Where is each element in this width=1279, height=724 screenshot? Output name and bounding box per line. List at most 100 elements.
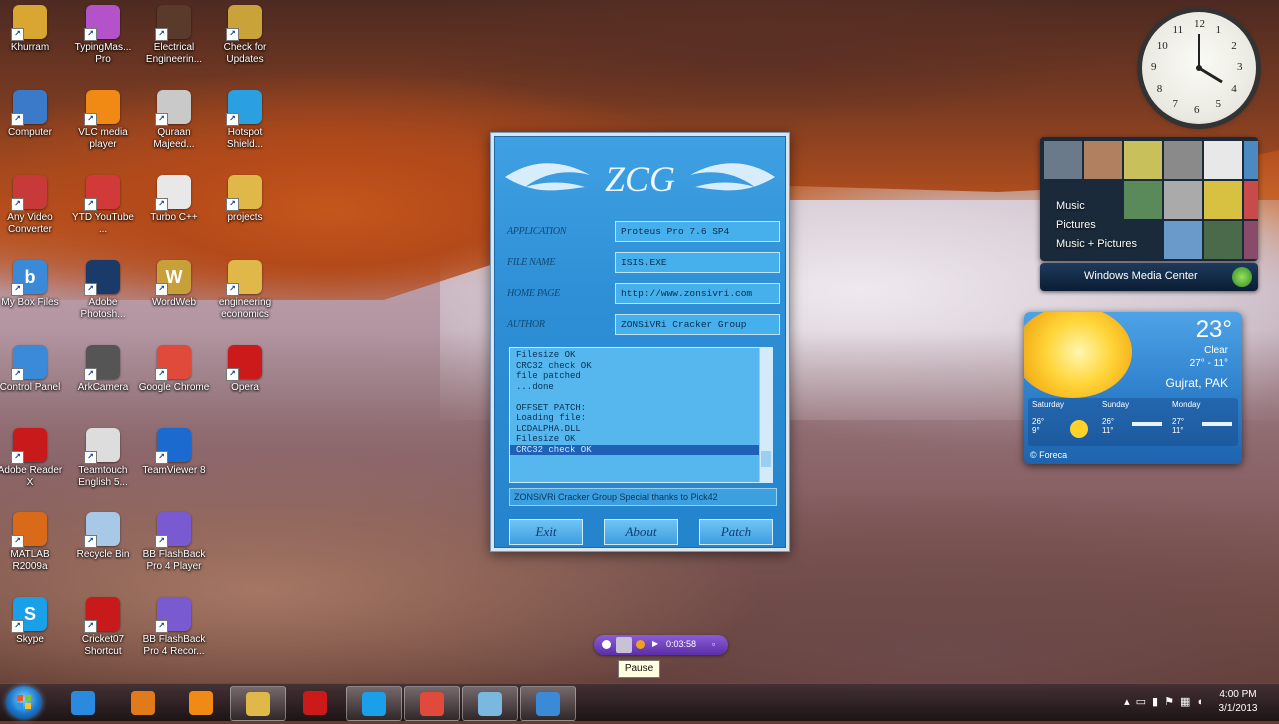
volume-icon[interactable]: ◖ <box>1196 696 1209 708</box>
app-icon: ↗ <box>226 90 262 126</box>
home-page-field[interactable]: http://www.zonsivri.com <box>615 283 780 304</box>
keygen-row-application: APPLICATION Proteus Pro 7.6 SP4 <box>507 221 780 243</box>
clock-gadget[interactable]: 12 1 2 3 4 5 6 7 8 9 10 11 <box>1142 12 1256 124</box>
flag-icon[interactable]: ⚑ <box>1164 696 1180 708</box>
weather-source[interactable]: © Foreca <box>1030 450 1067 460</box>
media-menu-pictures[interactable]: Pictures <box>1056 216 1137 235</box>
desktop-icon[interactable]: ↗ Quraan Majeed... <box>138 90 210 151</box>
desktop-icon[interactable]: ↗ Computer <box>0 90 66 139</box>
desktop-icon[interactable]: ↗ Any Video Converter <box>0 175 66 236</box>
record-icon[interactable] <box>602 640 611 649</box>
media-menu-music-pictures[interactable]: Music + Pictures <box>1056 235 1137 254</box>
network-icon[interactable]: ▦ <box>1180 696 1196 708</box>
taskbar-app-keygen[interactable] <box>520 686 576 721</box>
shortcut-arrow-icon: ↗ <box>84 28 97 41</box>
stop-icon[interactable] <box>636 640 645 649</box>
app-icon-glyph: b <box>24 266 36 287</box>
desktop-icon[interactable]: ↗ Recycle Bin <box>67 512 139 561</box>
desktop-icon[interactable]: ↗ Turbo C++ <box>138 175 210 224</box>
weather-gadget[interactable]: 23° Clear 27° - 11° Gujrat, PAK Saturday… <box>1024 312 1242 464</box>
windows-logo-icon <box>17 695 31 709</box>
desktop-icon[interactable]: ↗ Check for Updates <box>209 5 281 66</box>
notification-area[interactable]: ▴▭▮⚑▦◖ <box>1124 695 1209 708</box>
media-tile <box>1204 141 1242 179</box>
log-scrollbar[interactable] <box>759 348 772 482</box>
clock-number: 7 <box>1172 98 1179 111</box>
pause-icon[interactable] <box>616 637 632 653</box>
keygen-window[interactable]: ZCG APPLICATION Proteus Pro 7.6 SP4 FILE… <box>490 132 790 552</box>
shortcut-arrow-icon: ↗ <box>11 368 24 381</box>
taskbar-app-vlc[interactable] <box>174 686 228 719</box>
author-field[interactable]: ZONSiVRi Cracker Group <box>615 314 780 335</box>
about-button[interactable]: About <box>604 519 678 545</box>
media-center-bar[interactable]: Windows Media Center <box>1040 263 1258 291</box>
taskbar-app-internet-explorer[interactable] <box>56 686 110 719</box>
exit-button[interactable]: Exit <box>509 519 583 545</box>
desktop-icon[interactable]: ↗ Hotspot Shield... <box>209 90 281 151</box>
desktop-icon[interactable]: ↗ ArkCamera <box>67 345 139 394</box>
shortcut-arrow-icon: ↗ <box>155 28 168 41</box>
clock-time: 4:00 PM <box>1219 689 1257 700</box>
play-icon: ▶ <box>652 639 659 648</box>
tray-battery-icon[interactable]: ▮ <box>1152 696 1164 708</box>
clock-number: 12 <box>1194 18 1205 30</box>
desktop-icon[interactable]: ↗ BB FlashBack Pro 4 Player <box>138 512 210 573</box>
shortcut-arrow-icon: ↗ <box>11 535 24 548</box>
taskbar-app-skype[interactable] <box>346 686 402 721</box>
desktop-icon-label: Adobe Photosh... <box>80 297 126 320</box>
app-icon: ↗ <box>155 345 191 381</box>
taskbar-app-explorer[interactable] <box>230 686 286 721</box>
desktop-icon[interactable]: ↗ Adobe Reader X <box>0 428 66 489</box>
desktop-icon[interactable]: ↗ TeamViewer 8 <box>138 428 210 477</box>
app-icon: ↗ <box>155 175 191 211</box>
tray-device-icon[interactable]: ▭ <box>1136 696 1152 708</box>
desktop-icon[interactable]: W ↗ WordWeb <box>138 260 210 309</box>
taskbar-app-media-player[interactable] <box>116 686 170 719</box>
windows-media-center-icon <box>1232 267 1252 287</box>
scrollbar-thumb[interactable] <box>761 451 771 467</box>
desktop-icon[interactable]: S ↗ Skype <box>0 597 66 646</box>
fog-icon <box>1202 422 1232 426</box>
desktop-icon[interactable]: ↗ Google Chrome <box>138 345 210 394</box>
desktop-icon[interactable]: ↗ Cricket07 Shortcut <box>67 597 139 658</box>
patch-log[interactable]: Filesize OK CRC32 check OK file patched … <box>509 347 773 483</box>
desktop-icon[interactable]: b ↗ My Box Files <box>0 260 66 309</box>
clock-number: 3 <box>1237 61 1243 73</box>
media-tile <box>1204 221 1242 259</box>
start-button[interactable] <box>6 686 42 719</box>
close-icon[interactable]: ▫ <box>712 639 715 649</box>
desktop-icon[interactable]: ↗ Adobe Photosh... <box>67 260 139 321</box>
recorder-mini-player[interactable]: ▶ 0:03:58 ▫ <box>594 635 728 655</box>
taskbar-app-chrome[interactable] <box>404 686 460 721</box>
desktop-icon-label: Adobe Reader X <box>0 465 63 488</box>
desktop-icon[interactable]: ↗ YTD YouTube ... <box>67 175 139 236</box>
log-line: ...done <box>516 381 554 392</box>
desktop-icon[interactable]: ↗ engineering economics <box>209 260 281 321</box>
desktop-icon[interactable]: ↗ MATLAB R2009a <box>0 512 66 573</box>
desktop-icon[interactable]: ↗ TypingMas... Pro <box>67 5 139 66</box>
desktop-icon-label: Khurram <box>10 42 50 53</box>
file-name-field[interactable]: ISIS.EXE <box>615 252 780 273</box>
desktop-icon-label: Turbo C++ <box>150 212 198 223</box>
desktop-icon[interactable]: ↗ Opera <box>209 345 281 394</box>
desktop-icon[interactable]: ↗ Control Panel <box>0 345 66 394</box>
media-tile <box>1124 141 1162 179</box>
desktop-icon[interactable]: ↗ VLC media player <box>67 90 139 151</box>
desktop-icon[interactable]: ↗ Electrical Engineerin... <box>138 5 210 66</box>
media-center-gadget[interactable]: Music Pictures Music + Pictures <box>1040 137 1258 261</box>
application-field[interactable]: Proteus Pro 7.6 SP4 <box>615 221 780 242</box>
desktop-icon[interactable]: ↗ projects <box>209 175 281 224</box>
taskbar-clock[interactable]: 4:00 PM 3/1/2013 <box>1209 688 1267 716</box>
media-menu-music[interactable]: Music <box>1056 197 1137 216</box>
taskbar-app-opera[interactable] <box>288 686 342 719</box>
desktop-icon[interactable]: ↗ Khurram <box>0 5 66 54</box>
taskbar-app-unknown-app[interactable] <box>462 686 518 721</box>
desktop-icon-label: MATLAB R2009a <box>10 549 50 572</box>
app-icon-glyph: S <box>23 603 36 624</box>
tray-arrow-icon[interactable]: ▴ <box>1124 696 1136 708</box>
media-tile <box>1244 221 1258 259</box>
patch-button[interactable]: Patch <box>699 519 773 545</box>
desktop-icon[interactable]: ↗ BB FlashBack Pro 4 Recor... <box>138 597 210 658</box>
desktop-icon-label: Cricket07 Shortcut <box>81 634 125 657</box>
desktop-icon[interactable]: ↗ Teamtouch English 5... <box>67 428 139 489</box>
